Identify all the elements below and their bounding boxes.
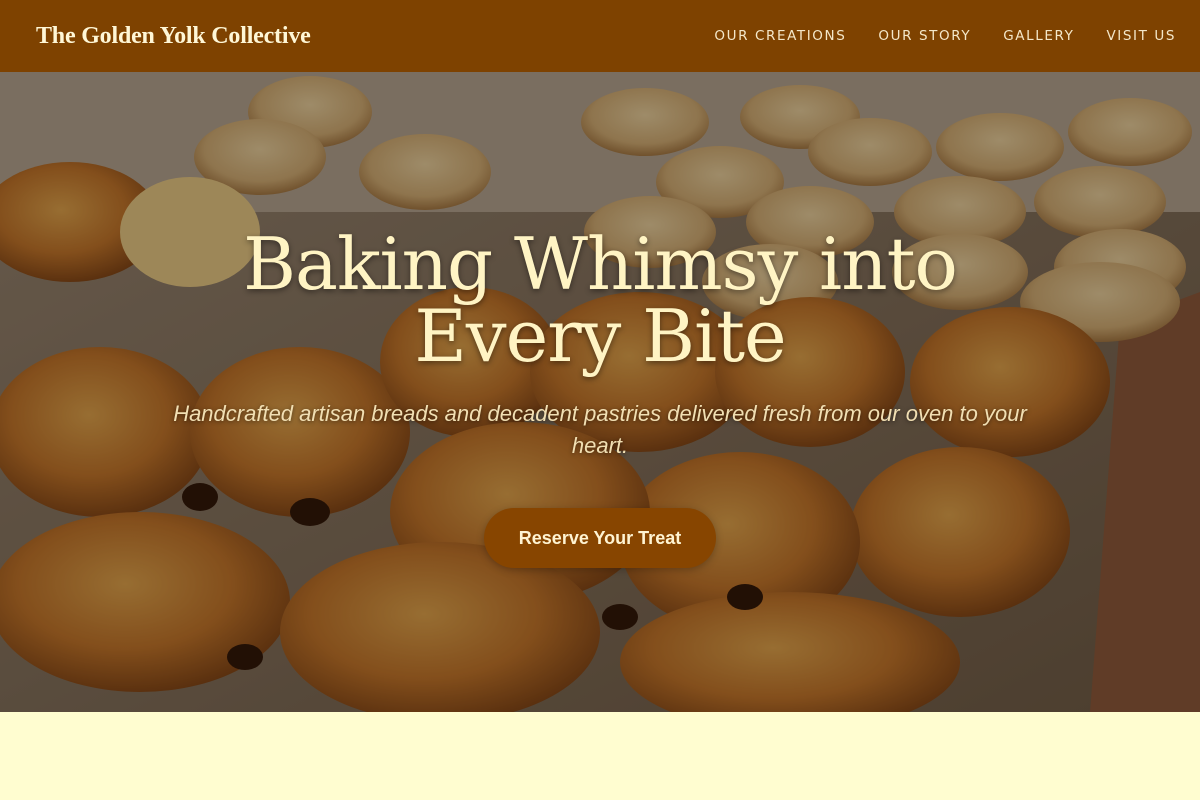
hero-subtitle: Handcrafted artisan breads and decadent … [173, 401, 1027, 458]
nav-our-story[interactable]: OUR STORY [878, 28, 971, 44]
next-section [0, 712, 1200, 800]
brand-logo[interactable]: The Golden Yolk Collective [36, 23, 311, 50]
nav-gallery[interactable]: GALLERY [1003, 28, 1074, 44]
hero-content: Baking Whimsy into Every Bite Handcrafte… [0, 72, 1200, 712]
reserve-treat-button[interactable]: Reserve Your Treat [484, 508, 716, 568]
nav-our-creations[interactable]: OUR CREATIONS [714, 28, 846, 44]
main-nav: OUR CREATIONS OUR STORY GALLERY VISIT US [714, 28, 1176, 44]
nav-visit-us[interactable]: VISIT US [1106, 28, 1176, 44]
site-header: The Golden Yolk Collective OUR CREATIONS… [0, 0, 1200, 72]
hero-title: Baking Whimsy into Every Bite [243, 222, 958, 378]
hero-section: Baking Whimsy into Every Bite Handcrafte… [0, 72, 1200, 712]
